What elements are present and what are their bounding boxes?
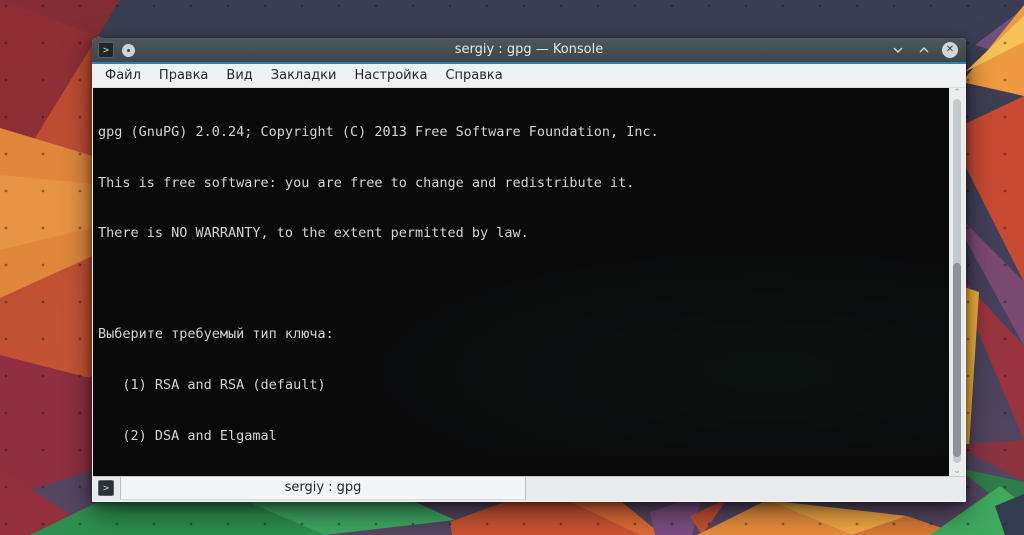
terminal-line: (2) DSA and Elgamal — [98, 427, 949, 446]
tab-sergiy-gpg[interactable]: sergiy : gpg — [120, 477, 526, 500]
menu-bookmarks[interactable]: Закладки — [262, 64, 346, 88]
desktop: > sergiy : gpg — Konsole ✕ — [0, 0, 1024, 535]
menu-view[interactable]: Вид — [217, 64, 261, 88]
scrollbar-thumb[interactable] — [953, 263, 961, 457]
terminal-line: Выберите требуемый тип ключа: — [98, 325, 949, 344]
menu-settings[interactable]: Настройка — [345, 64, 436, 88]
new-tab-icon[interactable]: > — [98, 480, 114, 496]
terminal-line: (1) RSA and RSA (default) — [98, 376, 949, 395]
chevron-down-icon — [893, 45, 903, 55]
terminal-line: There is NO WARRANTY, to the extent perm… — [98, 224, 949, 243]
titlebar[interactable]: > sergiy : gpg — Konsole ✕ — [92, 38, 966, 62]
menu-bar: Файл Правка Вид Закладки Настройка Справ… — [92, 64, 966, 88]
window-title: sergiy : gpg — Konsole — [92, 38, 966, 62]
terminal-line: This is free software: you are free to c… — [98, 174, 949, 193]
menu-edit[interactable]: Правка — [150, 64, 217, 88]
terminal-line: gpg (GnuPG) 2.0.24; Copyright (C) 2013 F… — [98, 123, 949, 142]
minimize-button[interactable] — [890, 42, 906, 58]
scroll-up-icon[interactable]: ⌃ — [949, 88, 965, 98]
close-icon: ✕ — [946, 42, 954, 58]
scrollbar[interactable]: ⌃ ⌄ — [949, 88, 965, 476]
maximize-button[interactable] — [916, 42, 932, 58]
tab-label: sergiy : gpg — [285, 480, 362, 495]
tab-bar: > sergiy : gpg — [93, 476, 965, 501]
konsole-window: > sergiy : gpg — Konsole ✕ — [92, 38, 966, 502]
terminal-output[interactable]: gpg (GnuPG) 2.0.24; Copyright (C) 2013 F… — [93, 88, 949, 476]
menu-help[interactable]: Справка — [436, 64, 511, 88]
scroll-down-icon[interactable]: ⌄ — [949, 466, 965, 476]
menu-file[interactable]: Файл — [96, 64, 150, 88]
terminal-line — [98, 275, 949, 294]
close-button[interactable]: ✕ — [942, 42, 958, 58]
chevron-up-icon — [919, 45, 929, 55]
